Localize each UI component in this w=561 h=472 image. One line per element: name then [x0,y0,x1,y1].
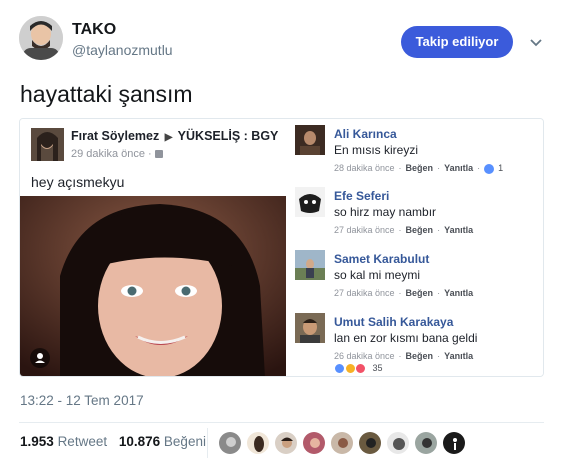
comment-time: 27 dakika önce [334,225,395,235]
liker-avatar[interactable] [302,431,326,455]
like-reaction-icon [484,163,495,174]
stats-separator [207,428,208,458]
like-count: 10.876 [118,434,161,449]
tweet-timestamp[interactable]: 13:22 - 12 Tem 2017 [20,393,144,408]
commenter-avatar [295,250,325,280]
reaction-summary[interactable]: 35 [334,363,383,375]
like-action[interactable]: Beğen [406,288,434,298]
liker-avatar[interactable] [442,431,466,455]
post-author-avatar [31,128,64,161]
reply-action[interactable]: Yanıtla [444,163,473,173]
commenter-avatar [295,187,325,217]
following-button[interactable]: Takip ediliyor [401,26,513,58]
tweet-header: TAKO @taylanozmutlu Takip ediliyor [0,0,561,70]
display-name[interactable]: TAKO [72,21,116,39]
comment-meta: 27 dakika önce · Beğen · Yanıtla [334,225,474,235]
liker-avatar[interactable] [358,431,382,455]
haha-reaction-icon [344,363,356,375]
comment-text: lan en zor kısmı bana geldi [334,331,478,345]
reaction-count: 1 [498,163,504,173]
facebook-post: Fırat Söylemez ▶ YÜKSELİŞ : BGY 29 dakik… [20,119,286,376]
comment-time: 27 dakika önce [334,288,395,298]
like-action[interactable]: Beğen [406,351,434,361]
comment-meta: 26 dakika önce · Beğen · Yanıtla [334,351,474,361]
comment-meta: 27 dakika önce · Beğen · Yanıtla [334,288,474,298]
like-stat[interactable]: 10.876 Beğeni [119,434,206,449]
post-text: hey açısmekyu [31,174,125,190]
tweet-text: hayattaki şansım [20,81,193,107]
like-action[interactable]: Beğen [406,163,434,173]
comment-text: so kal mi meymi [334,268,421,282]
like-reaction-icon [334,363,345,375]
liker-avatar[interactable] [274,431,298,455]
comment-item: Efe Seferi so hirz may nambır 27 dakika … [288,183,543,243]
chevron-down-icon[interactable] [528,36,544,48]
post-time: 29 dakika önce · [71,148,163,160]
liker-avatar[interactable] [218,431,242,455]
post-author-line: Fırat Söylemez ▶ YÜKSELİŞ : BGY [71,129,278,143]
profile-icon [30,348,50,368]
user-avatar[interactable] [19,16,63,60]
retweet-label: Retweet [57,434,108,449]
post-group-name: YÜKSELİŞ : BGY [177,129,279,143]
comment-item: Ali Karınca En mısıs kireyzi 28 dakika ö… [288,121,543,181]
like-action[interactable]: Beğen [406,225,434,235]
commenter-avatar [295,313,325,343]
liker-avatar[interactable] [330,431,354,455]
reply-action[interactable]: Yanıtla [444,225,473,235]
reply-action[interactable]: Yanıtla [444,351,473,361]
post-author-name: Fırat Söylemez [71,129,160,143]
arrow-right-icon: ▶ [164,132,173,143]
liker-avatar[interactable] [414,431,438,455]
post-photo [20,196,286,376]
reply-action[interactable]: Yanıtla [444,288,473,298]
like-label: Beğeni [163,434,206,449]
reaction-count: 35 [372,363,383,373]
commenter-name[interactable]: Umut Salih Karakaya [334,315,453,329]
divider [19,422,544,423]
retweet-stat[interactable]: 1.953 Retweet [20,434,107,449]
tweet-media[interactable]: Fırat Söylemez ▶ YÜKSELİŞ : BGY 29 dakik… [19,118,544,377]
comments-panel: Ali Karınca En mısıs kireyzi 28 dakika ö… [288,119,543,376]
liker-avatar[interactable] [246,431,270,455]
retweet-count: 1.953 [20,434,54,449]
liker-avatar[interactable] [386,431,410,455]
commenter-name[interactable]: Ali Karınca [334,127,397,141]
comment-time: 26 dakika önce [334,351,395,361]
comment-item: Umut Salih Karakaya lan en zor kısmı ban… [288,309,543,376]
commenter-name[interactable]: Efe Seferi [334,189,389,203]
commenter-avatar [295,125,325,155]
comment-text: so hirz may nambır [334,205,437,219]
love-reaction-icon [355,363,367,375]
commenter-name[interactable]: Samet Karabulut [334,252,429,266]
comment-time: 28 dakika önce [334,163,395,173]
user-handle[interactable]: @taylanozmutlu [72,42,173,58]
globe-icon [154,150,163,159]
comment-item: Samet Karabulut so kal mi meymi 27 dakik… [288,246,543,306]
comment-meta: 28 dakika önce · Beğen · Yanıtla · 1 [334,163,504,174]
comment-text: En mısıs kireyzi [334,143,419,157]
tweet-stats: 1.953 Retweet 10.876 Beğeni [20,434,206,449]
post-time-text: 29 dakika önce · [71,148,152,160]
